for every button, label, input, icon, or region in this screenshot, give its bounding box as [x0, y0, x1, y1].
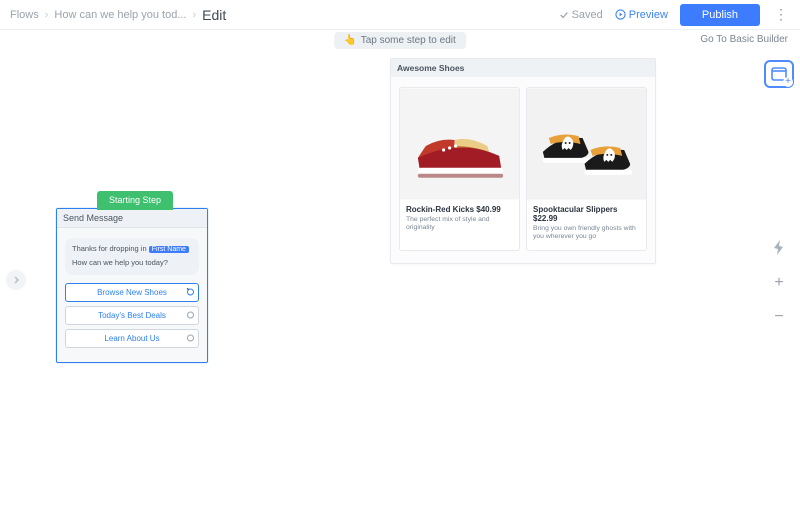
product-image — [400, 88, 519, 200]
topbar-actions: Saved Preview Publish ⋮ — [559, 4, 790, 26]
product-card[interactable]: Spooktacular Slippers $22.99 Bring you o… — [526, 87, 647, 251]
red-sneaker-icon — [400, 88, 519, 200]
canvas-left-handle[interactable] — [6, 270, 26, 290]
top-bar: Flows › How can we help you tod... › Edi… — [0, 0, 800, 30]
product-title: Rockin-Red Kicks $40.99 — [406, 205, 513, 214]
saved-status: Saved — [559, 9, 603, 21]
check-icon — [559, 10, 569, 20]
connector-dot-icon[interactable] — [187, 335, 194, 342]
product-image — [527, 88, 646, 200]
basic-builder-link[interactable]: Go To Basic Builder — [700, 34, 788, 45]
option-browse-new-shoes[interactable]: Browse New Shoes — [65, 283, 199, 302]
node-header: Send Message — [57, 209, 207, 228]
publish-button[interactable]: Publish — [680, 4, 760, 26]
breadcrumb-root[interactable]: Flows — [10, 9, 39, 21]
option-learn-about-us[interactable]: Learn About Us — [65, 329, 199, 348]
canvas-right-rail: + + − — [764, 60, 794, 326]
chevron-right-icon — [12, 276, 20, 284]
preview-label: Preview — [629, 9, 668, 21]
product-desc: Bring you own friendly ghosts with you w… — [533, 225, 640, 242]
product-title: Spooktacular Slippers $22.99 — [533, 205, 640, 223]
product-card[interactable]: Rockin-Red Kicks $40.99 The perfect mix … — [399, 87, 520, 251]
bubble-text-line2: How can we help you today? — [72, 258, 168, 267]
ghost-slipper-icon — [527, 88, 646, 200]
breadcrumb-flow[interactable]: How can we help you tod... — [54, 9, 186, 21]
zoom-in-button[interactable]: + — [774, 274, 783, 292]
pointing-hand-icon: 👆 — [344, 35, 356, 46]
product-meta: Spooktacular Slippers $22.99 Bring you o… — [527, 200, 646, 250]
preview-icon — [615, 9, 626, 20]
node-body: Thanks for dropping in First Name How ca… — [57, 228, 207, 362]
add-step-button[interactable]: + — [764, 60, 794, 88]
option-label: Today's Best Deals — [98, 311, 166, 320]
hint-pill: 👆 Tap some step to edit — [334, 32, 466, 49]
saved-label: Saved — [572, 9, 603, 21]
connector-dot-icon[interactable] — [187, 312, 194, 319]
product-node-header: Awesome Shoes — [391, 59, 655, 77]
message-bubble: Thanks for dropping in First Name How ca… — [65, 238, 199, 275]
product-desc: The perfect mix of style and originality — [406, 216, 513, 233]
product-node-body: Rockin-Red Kicks $40.99 The perfect mix … — [391, 77, 655, 263]
starting-step-badge: Starting Step — [97, 191, 173, 210]
first-name-token: First Name — [149, 246, 189, 253]
chevron-right-icon: › — [45, 9, 49, 21]
breadcrumb-current: Edit — [202, 7, 226, 23]
breadcrumb: Flows › How can we help you tod... › Edi… — [10, 7, 226, 23]
option-label: Browse New Shoes — [97, 288, 167, 297]
zoom-out-button[interactable]: − — [774, 308, 783, 326]
send-message-node[interactable]: Starting Step Send Message Thanks for dr… — [56, 208, 208, 363]
connector-dot-icon[interactable] — [187, 289, 194, 296]
preview-button[interactable]: Preview — [615, 9, 668, 21]
chevron-right-icon: › — [192, 9, 196, 21]
hint-text: Tap some step to edit — [361, 35, 456, 46]
more-menu-icon[interactable]: ⋮ — [772, 6, 790, 23]
product-meta: Rockin-Red Kicks $40.99 The perfect mix … — [400, 200, 519, 241]
option-label: Learn About Us — [104, 334, 159, 343]
bubble-text-prefix: Thanks for dropping in — [72, 244, 149, 253]
option-todays-best-deals[interactable]: Today's Best Deals — [65, 306, 199, 325]
product-carousel-node[interactable]: Awesome Shoes — [390, 58, 656, 264]
plus-badge-icon: + — [783, 77, 793, 87]
run-icon[interactable] — [773, 240, 786, 258]
hint-row: 👆 Tap some step to edit Go To Basic Buil… — [0, 30, 800, 52]
product-cards: Rockin-Red Kicks $40.99 The perfect mix … — [399, 87, 647, 251]
flow-canvas[interactable]: + + − Starting Step Send Message Thanks … — [0, 52, 800, 513]
